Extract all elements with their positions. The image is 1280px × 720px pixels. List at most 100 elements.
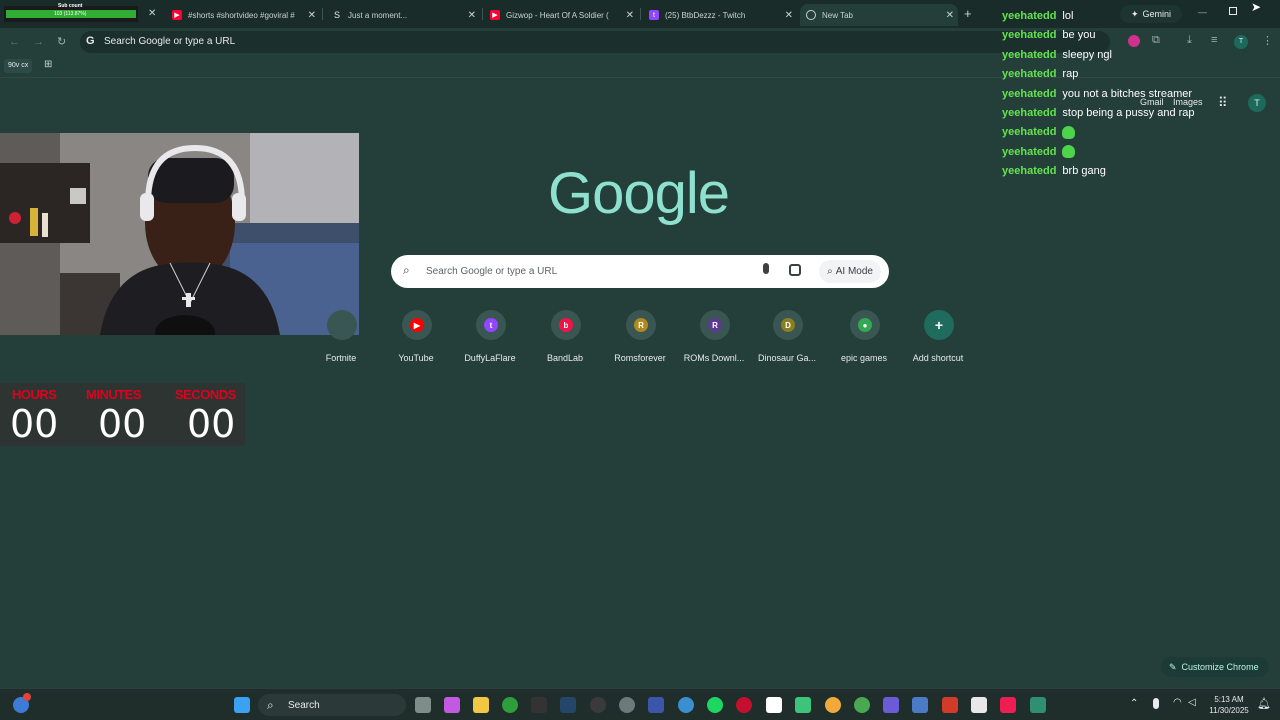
opera-icon[interactable] (736, 697, 752, 713)
account-avatar[interactable]: T (1248, 94, 1266, 112)
chat-username: yeehatedd (1002, 29, 1057, 42)
tab-twitch[interactable]: t (25) BtbDezzz - Twitch ✕ (643, 4, 797, 26)
taskbar-search-label: Search (288, 699, 320, 711)
customize-chrome-button[interactable]: ✎ Customize Chrome (1161, 657, 1269, 677)
profile-initial: T (1238, 38, 1244, 45)
tab-gizwop[interactable]: ▶ Gizwop - Heart Of A Soldier ( ✕ (484, 4, 638, 26)
minimize-icon[interactable]: — (1198, 7, 1207, 17)
ai-mode-search-icon: ⌕ (827, 266, 833, 277)
app-icon[interactable] (1030, 697, 1046, 713)
shortcut-tile[interactable]: ▶ YouTube (381, 309, 451, 369)
app-icon[interactable] (942, 697, 958, 713)
search-box[interactable]: ⌕ Search Google or type a URL ⌕ AI Mode (391, 255, 889, 288)
epic-games-icon[interactable] (531, 697, 547, 713)
close-icon[interactable]: ✕ (785, 10, 793, 21)
lens-icon[interactable] (789, 264, 801, 276)
restore-icon[interactable] (1229, 7, 1237, 15)
shortcut-tile[interactable]: D Dinosaur Ga... (752, 309, 822, 369)
tab-title: Gizwop - Heart Of A Soldier ( (506, 10, 609, 20)
youtube-icon: ▶ (410, 318, 424, 332)
shortcut-tile[interactable]: + Add shortcut (903, 309, 973, 369)
settings-gear-icon[interactable] (619, 697, 635, 713)
windows-start-icon[interactable] (234, 697, 250, 713)
ai-mode-button[interactable]: ⌕ AI Mode (819, 260, 881, 283)
shortcut-tile[interactable]: b BandLab (530, 309, 600, 369)
close-icon[interactable]: ✕ (946, 10, 954, 21)
vpn-icon[interactable] (912, 697, 928, 713)
tab-sub-count[interactable]: Sub count 103 (113.87%) ✕ (2, 3, 162, 26)
shortcut-tile[interactable]: t DuffyLaFlare (455, 309, 525, 369)
tab-title: Just a moment... (348, 10, 408, 20)
puzzle-extensions-icon[interactable]: ⧉ (1152, 34, 1160, 47)
shortcut-tile[interactable]: R ROMs Downl... (679, 309, 749, 369)
shortcut-label: Add shortcut (912, 353, 964, 363)
chat-message: yeehatedd (1002, 144, 1076, 160)
task-view-icon[interactable] (415, 697, 431, 713)
spotify-icon[interactable] (707, 697, 723, 713)
close-icon[interactable]: ✕ (308, 10, 316, 21)
new-tab-plus-icon[interactable]: + (964, 6, 972, 21)
gemini-button[interactable]: ✦ Gemini (1120, 5, 1182, 23)
shortcut-label: BandLab (546, 353, 584, 363)
taskbar-search[interactable]: ⌕ Search (258, 694, 406, 716)
chat-message: yeehatedd (1002, 124, 1076, 140)
shortcut-tile[interactable]: Fortnite (306, 309, 376, 369)
app-icon[interactable] (648, 697, 664, 713)
timer-minutes-value: 00 (98, 402, 147, 446)
sub-count-progress-bar: Sub count 103 (113.87%) (4, 3, 138, 22)
close-icon[interactable]: ✕ (626, 10, 634, 21)
close-icon[interactable]: ✕ (148, 8, 156, 19)
system-clock[interactable]: 5:13 AM 11/30/2025 (1204, 694, 1254, 716)
tab-new-tab[interactable]: New Tab ✕ (800, 4, 958, 26)
volume-icon[interactable]: ◁ (1188, 697, 1196, 708)
wifi-icon[interactable]: ◠ (1173, 697, 1182, 708)
clock-time: 5:13 AM (1214, 695, 1244, 704)
active-app-icon[interactable] (795, 697, 811, 713)
close-icon[interactable]: ✕ (468, 10, 476, 21)
notification-badge (23, 693, 31, 701)
capcut-icon[interactable] (971, 697, 987, 713)
discord-icon[interactable] (825, 697, 841, 713)
maps-pin-icon: ● (858, 318, 872, 332)
media-control-icon[interactable]: ≡ (1211, 34, 1217, 46)
google-apps-icon[interactable]: ⠿ (1218, 95, 1228, 111)
chrome-icon[interactable] (854, 697, 870, 713)
extension-icon[interactable] (1128, 35, 1140, 47)
kebab-menu-icon[interactable]: ⋮ (1262, 34, 1273, 47)
shortcut-tile[interactable]: R Romsforever (605, 309, 675, 369)
chevron-up-icon[interactable]: ⌃ (1130, 698, 1138, 709)
shortcut-circle: R (626, 310, 656, 340)
chat-username: yeehatedd (1002, 145, 1057, 158)
notifications-bell-icon[interactable]: 🔔︎ (1257, 697, 1271, 710)
search-input[interactable]: Search Google or type a URL (426, 266, 557, 277)
copilot-icon[interactable] (444, 697, 460, 713)
roms-icon: R (708, 318, 722, 332)
browser-icon[interactable] (678, 697, 694, 713)
download-icon[interactable]: ⤓ (1187, 34, 1192, 47)
xbox-icon[interactable] (502, 697, 518, 713)
tiktok-icon[interactable] (1000, 697, 1016, 713)
tab-title: (25) BtbDezzz - Twitch (665, 10, 746, 20)
webcam-image (0, 133, 359, 335)
bookmark-item[interactable]: 90v cx (4, 59, 33, 73)
chat-username: yeehatedd (1002, 68, 1057, 81)
chat-message: yeehatedd rap (1002, 66, 1078, 82)
tab-shorts[interactable]: ▶ #shorts #shortvideo #goviral # ✕ (166, 4, 320, 26)
obs-icon[interactable] (590, 697, 606, 713)
app-icon[interactable] (883, 697, 899, 713)
microphone-icon[interactable] (763, 263, 769, 274)
profile-avatar[interactable]: T (1234, 35, 1248, 49)
tab-just-a-moment[interactable]: S Just a moment... ✕ (326, 4, 480, 26)
steam-icon[interactable] (560, 697, 576, 713)
apps-grid-icon[interactable]: ⊞ (44, 59, 52, 70)
file-explorer-icon[interactable] (473, 697, 489, 713)
shortcut-tile[interactable]: ● epic games (829, 309, 899, 369)
forward-arrow-icon[interactable]: → (33, 36, 44, 48)
omnibox[interactable]: G Search Google or type a URL (80, 31, 1140, 53)
google-g-icon: G (86, 35, 95, 47)
back-arrow-icon[interactable]: ← (9, 36, 20, 48)
reload-icon[interactable]: ↻ (57, 35, 66, 48)
microphone-icon[interactable] (1153, 698, 1159, 709)
capcut-icon[interactable] (766, 697, 782, 713)
account-initial: T (1254, 98, 1260, 108)
